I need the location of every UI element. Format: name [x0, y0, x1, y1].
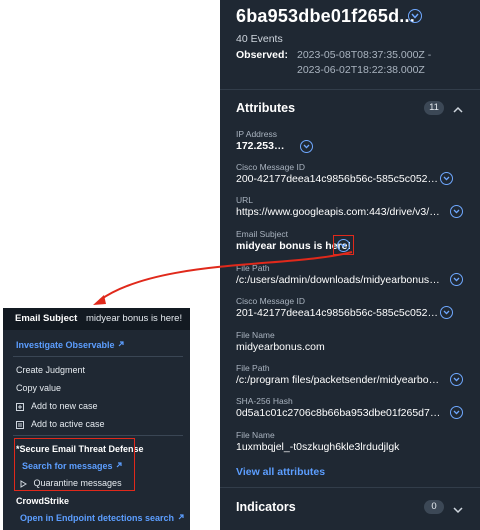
open-endpoint-detections-item[interactable]: Open in Endpoint detections search: [20, 513, 185, 523]
copy-value-item[interactable]: Copy value: [16, 383, 61, 393]
external-link-icon: [117, 340, 125, 350]
create-judgment-item[interactable]: Create Judgment: [16, 365, 85, 375]
add-to-new-case-label: Add to new case: [31, 401, 98, 411]
menu-field-label: Email Subject: [15, 313, 78, 324]
investigate-observable-item[interactable]: Investigate Observable: [16, 340, 125, 350]
add-to-active-case-item[interactable]: Add to active case: [16, 419, 105, 431]
case-add-icon: [16, 402, 25, 413]
menu-header: Email Subject midyear bonus is here!: [3, 308, 190, 330]
observable-context-menu: Email Subject midyear bonus is here! Inv…: [3, 308, 190, 530]
add-to-active-case-label: Add to active case: [31, 419, 105, 429]
highlight-box: [14, 438, 135, 491]
investigate-observable-label: Investigate Observable: [16, 340, 115, 350]
crowdstrike-section-header: CrowdStrike: [16, 496, 70, 506]
add-to-new-case-item[interactable]: Add to new case: [16, 401, 98, 413]
menu-divider: [13, 435, 183, 436]
menu-field-value: midyear bonus is here!: [86, 313, 183, 324]
open-endpoint-detections-label: Open in Endpoint detections search: [20, 513, 175, 523]
menu-divider: [13, 356, 183, 357]
external-link-icon: [177, 513, 185, 523]
case-icon: [16, 420, 25, 431]
